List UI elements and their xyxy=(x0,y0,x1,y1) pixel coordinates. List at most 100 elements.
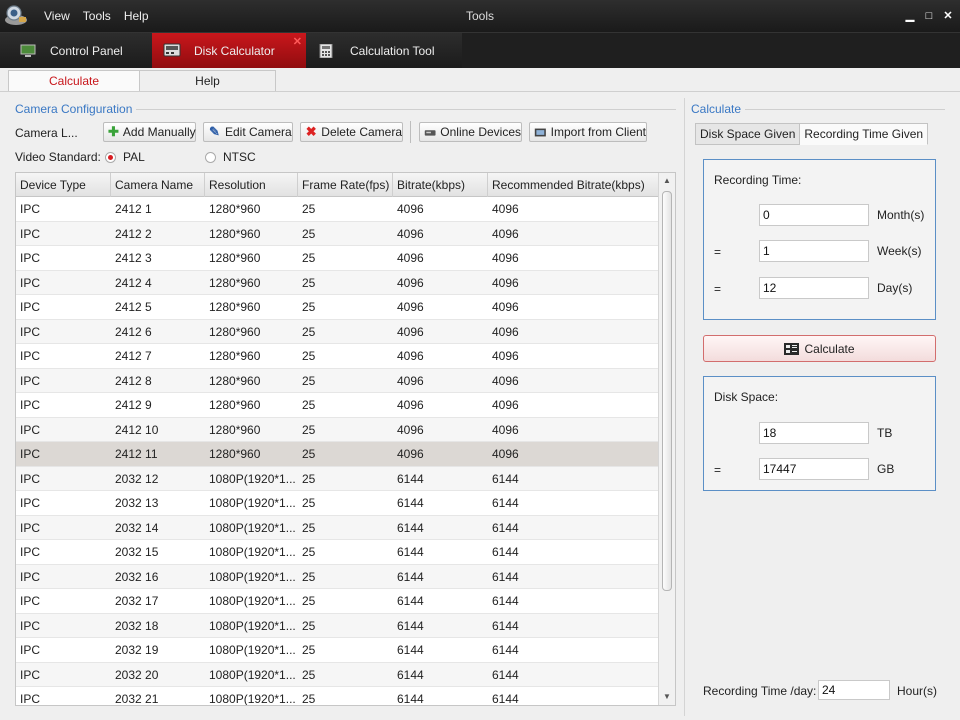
tab-help[interactable]: Help xyxy=(140,70,276,92)
table-cell: 4096 xyxy=(492,373,519,388)
camera-table: Device Type Camera Name Resolution Frame… xyxy=(15,172,676,706)
tab-calculate[interactable]: Calculate xyxy=(8,70,140,92)
table-row[interactable]: IPC 2412 9 1280*960 25 4096 4096 xyxy=(16,393,659,418)
add-manually-button[interactable]: ✚ Add Manually xyxy=(103,122,196,142)
table-cell: 6144 xyxy=(492,618,519,633)
table-scrollbar[interactable]: ▲ ▼ xyxy=(658,173,675,705)
close-icon[interactable]: ✕ xyxy=(940,9,956,23)
sub-tab-divider xyxy=(0,91,960,92)
table-row[interactable]: IPC 2412 2 1280*960 25 4096 4096 xyxy=(16,221,659,246)
days-input[interactable]: 12 xyxy=(759,277,869,299)
table-row[interactable]: IPC 2032 17 1080P(1920*1... 25 6144 6144 xyxy=(16,589,659,614)
table-cell: 6144 xyxy=(397,594,424,608)
calculate-button[interactable]: Calculate xyxy=(703,335,936,362)
calculate-group-title: Calculate xyxy=(691,102,742,116)
table-cell: 2032 14 xyxy=(115,520,159,535)
column-header[interactable]: Bitrate(kbps) xyxy=(393,173,488,197)
table-row[interactable]: IPC 2412 10 1280*960 25 4096 4096 xyxy=(16,417,659,442)
scroll-down-icon[interactable]: ▼ xyxy=(659,689,675,705)
tab-calculation-tool[interactable]: Calculation Tool xyxy=(306,33,462,69)
table-row[interactable]: IPC 2032 15 1080P(1920*1... 25 6144 6144 xyxy=(16,540,659,565)
column-header[interactable]: Device Type xyxy=(16,173,111,197)
pal-radio[interactable] xyxy=(105,152,116,163)
hours-per-day-input[interactable]: 24 xyxy=(818,680,890,700)
weeks-input[interactable]: 1 xyxy=(759,240,869,262)
table-row[interactable]: IPC 2032 12 1080P(1920*1... 25 6144 6144 xyxy=(16,466,659,491)
tab-recording-time-given[interactable]: Recording Time Given xyxy=(800,123,929,145)
online-devices-button[interactable]: Online Devices xyxy=(419,122,522,142)
toolbar-separator xyxy=(410,121,411,143)
import-from-client-button[interactable]: Import from Client xyxy=(529,122,647,142)
group-divider xyxy=(745,109,945,110)
table-cell: IPC xyxy=(20,594,41,608)
table-cell: 1080P(1920*1... xyxy=(209,594,296,608)
months-input[interactable]: 0 xyxy=(759,204,869,226)
menu-tools[interactable]: Tools xyxy=(83,9,111,23)
tab-control-panel[interactable]: Control Panel xyxy=(0,33,152,69)
table-cell: 6144 xyxy=(397,569,424,584)
sub-tab-bar: Calculate Help xyxy=(8,70,276,92)
table-cell: 2412 1 xyxy=(115,202,152,216)
close-tab-icon[interactable]: ✕ xyxy=(293,35,302,48)
menu-view[interactable]: View xyxy=(44,9,70,23)
table-row[interactable]: IPC 2032 13 1080P(1920*1... 25 6144 6144 xyxy=(16,491,659,516)
column-header[interactable]: Recommended Bitrate(kbps) xyxy=(488,173,659,197)
delete-camera-button[interactable]: ✖ Delete Camera xyxy=(300,122,403,142)
table-cell: 6144 xyxy=(492,569,519,584)
column-header[interactable]: Frame Rate(fps) xyxy=(298,173,393,197)
table-cell: 25 xyxy=(302,618,316,633)
table-cell: IPC xyxy=(20,643,41,657)
camera-list-label: Camera L... xyxy=(15,126,78,140)
table-row[interactable]: IPC 2032 19 1080P(1920*1... 25 6144 6144 xyxy=(16,638,659,663)
hdd-icon xyxy=(163,43,181,57)
table-cell: 4096 xyxy=(492,202,519,216)
table-cell: IPC xyxy=(20,373,41,388)
table-row[interactable]: IPC 2032 20 1080P(1920*1... 25 6144 6144 xyxy=(16,662,659,687)
table-row[interactable]: IPC 2032 16 1080P(1920*1... 25 6144 6144 xyxy=(16,564,659,589)
table-cell: 2412 3 xyxy=(115,251,152,265)
scrollbar-thumb[interactable] xyxy=(662,191,672,591)
table-row[interactable]: IPC 2412 6 1280*960 25 4096 4096 xyxy=(16,319,659,344)
table-row[interactable]: IPC 2412 3 1280*960 25 4096 4096 xyxy=(16,246,659,271)
table-cell: 2412 2 xyxy=(115,226,152,241)
table-row[interactable]: IPC 2412 7 1280*960 25 4096 4096 xyxy=(16,344,659,369)
menu-help[interactable]: Help xyxy=(124,9,149,23)
table-row[interactable]: IPC 2032 21 1080P(1920*1... 25 6144 6144 xyxy=(16,687,659,705)
table-cell: 4096 xyxy=(397,275,424,290)
add-manually-label: Add Manually xyxy=(122,125,196,139)
column-header[interactable]: Camera Name xyxy=(111,173,205,197)
ntsc-radio[interactable] xyxy=(205,152,216,163)
table-row[interactable]: IPC 2412 8 1280*960 25 4096 4096 xyxy=(16,368,659,393)
table-cell: 2032 13 xyxy=(115,496,159,510)
table-cell: 1280*960 xyxy=(209,226,261,241)
title-bar: View Tools Help Tools ▁ □ ✕ xyxy=(0,0,960,32)
panel-separator xyxy=(684,98,685,716)
table-cell: IPC xyxy=(20,520,41,535)
table-cell: 6144 xyxy=(492,496,519,510)
table-cell: 4096 xyxy=(397,398,424,412)
table-row[interactable]: IPC 2032 18 1080P(1920*1... 25 6144 6144 xyxy=(16,613,659,638)
table-row[interactable]: IPC 2412 11 1280*960 25 4096 4096 xyxy=(16,442,659,467)
edit-camera-button[interactable]: ✎ Edit Camera xyxy=(203,122,293,142)
minimize-icon[interactable]: ▁ xyxy=(902,9,918,23)
column-header[interactable]: Resolution xyxy=(205,173,298,197)
tab-disk-space-given[interactable]: Disk Space Given xyxy=(695,123,801,145)
table-cell: IPC xyxy=(20,667,41,682)
table-row[interactable]: IPC 2412 4 1280*960 25 4096 4096 xyxy=(16,270,659,295)
calculator-icon xyxy=(319,44,333,58)
table-row[interactable]: IPC 2412 5 1280*960 25 4096 4096 xyxy=(16,295,659,320)
tb-output[interactable]: 18 xyxy=(759,422,869,444)
gb-output[interactable]: 17447 xyxy=(759,458,869,480)
table-row[interactable]: IPC 2032 14 1080P(1920*1... 25 6144 6144 xyxy=(16,515,659,540)
content-area: Calculate Help Camera Configuration Came… xyxy=(0,68,960,720)
table-cell: 1080P(1920*1... xyxy=(209,667,296,682)
table-cell: 25 xyxy=(302,520,316,535)
table-cell: 4096 xyxy=(397,447,424,461)
tab-disk-calculator[interactable]: Disk Calculator ✕ xyxy=(152,33,306,69)
restore-icon[interactable]: □ xyxy=(921,9,937,23)
scroll-up-icon[interactable]: ▲ xyxy=(659,173,675,189)
table-cell: 25 xyxy=(302,569,316,584)
pal-label: PAL xyxy=(123,150,145,164)
table-cell: 4096 xyxy=(492,349,519,363)
table-row[interactable]: IPC 2412 1 1280*960 25 4096 4096 xyxy=(16,197,659,222)
